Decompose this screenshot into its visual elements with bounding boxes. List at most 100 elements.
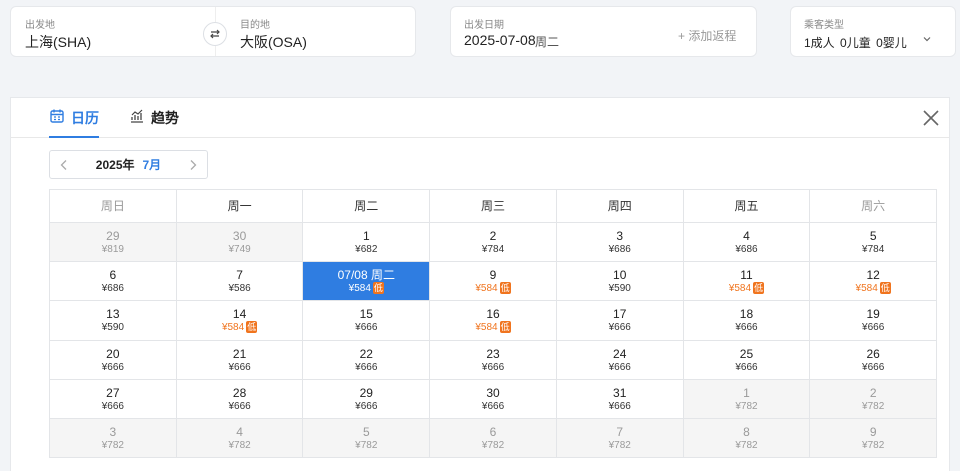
calendar-day-cell[interactable]: 1 ¥782 [683, 379, 811, 419]
calendar-day-cell[interactable]: 29 ¥819 [50, 223, 177, 263]
prev-month-button[interactable] [50, 151, 78, 178]
calendar-day-cell[interactable]: 15 ¥666 [303, 301, 431, 341]
calendar-day-cell[interactable]: 19 ¥666 [810, 301, 938, 341]
calendar-day-cell[interactable]: 8 ¥782 [683, 418, 811, 459]
calendar-day-cell[interactable]: 9 ¥782 [810, 418, 938, 459]
calendar-day-cell[interactable]: 24 ¥666 [556, 340, 684, 380]
calendar-day-cell[interactable]: 13 ¥590 [50, 301, 177, 341]
day-price: ¥749 [228, 244, 251, 255]
day-price: ¥782 [101, 439, 124, 451]
day-price-line: ¥686 [557, 243, 683, 257]
day-price: ¥666 [862, 361, 885, 373]
weekday-header-cell: 周五 [683, 190, 811, 223]
day-price-line: ¥666 [50, 361, 176, 375]
calendar-day-cell[interactable]: 9 ¥584 低 [430, 262, 557, 302]
day-price-line: ¥686 [50, 282, 176, 296]
calendar-day-cell[interactable]: 18 ¥666 [683, 301, 811, 341]
day-price: ¥666 [228, 361, 251, 373]
calendar-day-cell[interactable]: 22 ¥666 [303, 340, 431, 380]
depart-date-field[interactable]: 2025-07-08 [464, 32, 536, 48]
tab-calendar[interactable]: 日历 [49, 108, 99, 138]
calendar-day-cell[interactable]: 2 ¥784 [430, 223, 557, 263]
calendar-day-cell[interactable]: 14 ¥584 低 [176, 301, 304, 341]
calendar-icon [50, 109, 64, 123]
day-price: ¥666 [608, 400, 631, 412]
selected-date-cell[interactable]: 07/08 周二 ¥584 低 [303, 262, 431, 302]
to-field[interactable]: 大阪(OSA) [240, 32, 307, 52]
day-price-line: ¥782 [810, 400, 936, 414]
day-price: ¥782 [862, 439, 885, 451]
day-number: 3 [616, 229, 624, 243]
route-selector: 出发地 上海(SHA) 目的地 大阪(OSA) [10, 6, 416, 57]
day-price-line: ¥666 [50, 400, 176, 414]
calendar-day-cell[interactable]: 23 ¥666 [430, 340, 557, 380]
day-price: ¥782 [608, 439, 631, 451]
calendar-day-cell[interactable]: 3 ¥782 [50, 418, 177, 459]
day-number: 25 [739, 346, 754, 361]
calendar-day-cell[interactable]: 27 ¥666 [50, 379, 177, 419]
day-number: 21 [232, 346, 247, 361]
day-price-line: ¥782 [50, 439, 176, 453]
calendar-day-cell[interactable]: 4 ¥686 [683, 223, 811, 263]
calendar-day-cell[interactable]: 1 ¥682 [303, 223, 431, 263]
day-price: ¥686 [101, 283, 124, 295]
day-price-line: ¥584 低 [430, 321, 556, 335]
day-price: ¥584 [348, 283, 371, 295]
calendar-week-row: 13 ¥590 14 ¥584 低 15 ¥666 16 ¥584 低 17 ¥666 18 ¥666 19… [50, 301, 938, 341]
calendar-day-cell[interactable]: 3 ¥686 [556, 223, 684, 263]
day-price-line: ¥666 [177, 361, 303, 375]
calendar-day-cell[interactable]: 12 ¥584 低 [810, 262, 938, 302]
day-price: ¥782 [735, 400, 758, 412]
next-month-button[interactable] [179, 151, 207, 178]
add-return-button[interactable]: + 添加返程 [678, 27, 736, 44]
calendar-day-cell[interactable]: 31 ¥666 [556, 379, 684, 419]
close-icon[interactable] [921, 108, 941, 128]
calendar-week-row: 29 ¥819 30 ¥749 1 ¥682 2 ¥784 3 ¥686 4 ¥686 5 ¥784 [50, 223, 938, 263]
calendar-day-cell[interactable]: 4 ¥782 [176, 418, 304, 459]
calendar-day-cell[interactable]: 7 ¥782 [556, 418, 684, 459]
calendar-day-cell[interactable]: 16 ¥584 低 [430, 301, 557, 341]
day-number: 6 [109, 268, 117, 283]
calendar-day-cell[interactable]: 21 ¥666 [176, 340, 304, 380]
low-price-badge: 低 [499, 321, 511, 334]
calendar-day-cell[interactable]: 28 ¥666 [176, 379, 304, 419]
day-number: 29 [106, 229, 120, 243]
day-price: ¥682 [355, 244, 378, 255]
day-number: 24 [613, 346, 627, 361]
day-number: 2 [869, 385, 877, 400]
from-field[interactable]: 上海(SHA) [25, 32, 91, 52]
day-price: ¥666 [355, 400, 378, 412]
calendar-day-cell[interactable]: 29 ¥666 [303, 379, 431, 419]
passenger-selector[interactable]: 乘客类型 1成人 0儿童 0婴儿 [790, 6, 956, 57]
calendar-day-cell[interactable]: 20 ¥666 [50, 340, 177, 380]
calendar-day-cell[interactable]: 6 ¥782 [430, 418, 557, 459]
day-price: ¥584 [855, 283, 878, 295]
calendar-day-cell[interactable]: 17 ¥666 [556, 301, 684, 341]
calendar-day-cell[interactable]: 10 ¥590 [556, 262, 684, 302]
day-price-line: ¥749 [177, 243, 303, 257]
day-number: 17 [613, 307, 627, 322]
weekday-header: 周日 周一 周二 周三 周四 周五 周六 [50, 190, 938, 223]
calendar-day-cell[interactable]: 6 ¥686 [50, 262, 177, 302]
calendar-day-cell[interactable]: 7 ¥586 [176, 262, 304, 302]
day-price: ¥584 [475, 283, 498, 295]
calendar-panel: 日历 趋势 2025年 7月 周日 周一 周二 周三 周四 周五 周六 29 ¥… [10, 97, 950, 471]
calendar-day-cell[interactable]: 26 ¥666 [810, 340, 938, 380]
chevron-down-icon [923, 37, 931, 42]
tab-trend[interactable]: 趋势 [129, 108, 179, 138]
from-label: 出发地 [25, 20, 55, 31]
calendar-day-cell[interactable]: 30 ¥749 [176, 223, 304, 263]
day-price: ¥666 [101, 400, 124, 412]
calendar-day-cell[interactable]: 5 ¥784 [810, 223, 938, 263]
calendar-day-cell[interactable]: 11 ¥584 低 [683, 262, 811, 302]
view-tabs: 日历 趋势 [11, 98, 949, 138]
calendar-day-cell[interactable]: 2 ¥782 [810, 379, 938, 419]
day-price: ¥584 [221, 322, 245, 334]
swap-route-button[interactable] [203, 22, 227, 46]
day-price-line: ¥666 [557, 361, 683, 375]
day-price: ¥590 [608, 283, 631, 295]
calendar-day-cell[interactable]: 5 ¥782 [303, 418, 431, 459]
calendar-day-cell[interactable]: 25 ¥666 [683, 340, 811, 380]
calendar-day-cell[interactable]: 30 ¥666 [430, 379, 557, 419]
swap-icon [210, 29, 220, 39]
